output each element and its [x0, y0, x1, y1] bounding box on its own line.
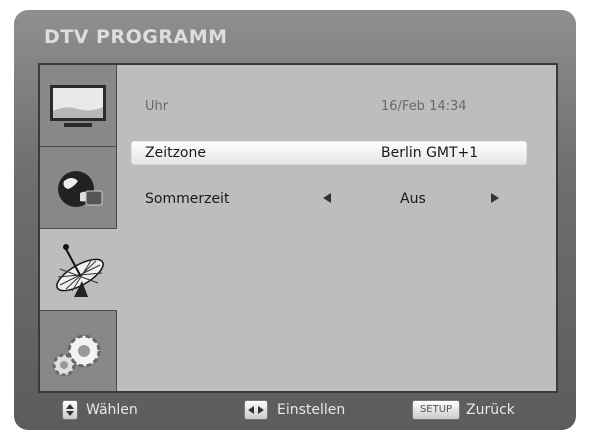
hint-back-label: Zurück	[466, 402, 515, 418]
clock-row: Uhr 16/Feb 14:34	[131, 95, 527, 119]
globe-icon	[58, 171, 103, 207]
settings-content: Uhr 16/Feb 14:34 Zeitzone Berlin GMT+1 S…	[117, 65, 556, 391]
menu-panel: Uhr 16/Feb 14:34 Zeitzone Berlin GMT+1 S…	[38, 63, 558, 393]
timezone-value: Berlin GMT+1	[381, 145, 479, 161]
footer-hints: Wählen Einstellen SETUP Zurück	[14, 396, 576, 426]
tv-icon	[50, 85, 106, 127]
timezone-label: Zeitzone	[145, 145, 206, 161]
dst-label: Sommerzeit	[145, 191, 230, 207]
clock-label: Uhr	[145, 99, 169, 114]
setup-key: SETUP	[412, 400, 460, 420]
leftright-key-icon	[244, 400, 268, 420]
tab-settings[interactable]	[40, 311, 117, 391]
gears-icon	[52, 334, 101, 377]
updown-key-icon	[62, 400, 78, 420]
hint-adjust-label: Einstellen	[277, 402, 346, 418]
hint-select-label: Wählen	[86, 402, 138, 418]
tab-tv[interactable]	[40, 65, 117, 147]
tab-globe[interactable]	[40, 147, 117, 229]
menu-sidebar	[40, 65, 117, 391]
dst-value: Aus	[400, 191, 426, 207]
timezone-row[interactable]: Zeitzone Berlin GMT+1	[131, 141, 527, 165]
dst-row[interactable]: Sommerzeit Aus	[131, 187, 527, 211]
menu-title: DTV PROGRAMM	[44, 26, 228, 48]
arrow-right-icon[interactable]	[491, 193, 499, 203]
clock-value: 16/Feb 14:34	[381, 99, 467, 114]
arrow-left-icon[interactable]	[323, 193, 331, 203]
dtv-menu-window: DTV PROGRAMM Uhr 16/Feb 14:34 Zeitzone B…	[14, 10, 576, 430]
satellite-dish-icon	[56, 244, 104, 297]
tab-satellite[interactable]	[40, 229, 117, 311]
